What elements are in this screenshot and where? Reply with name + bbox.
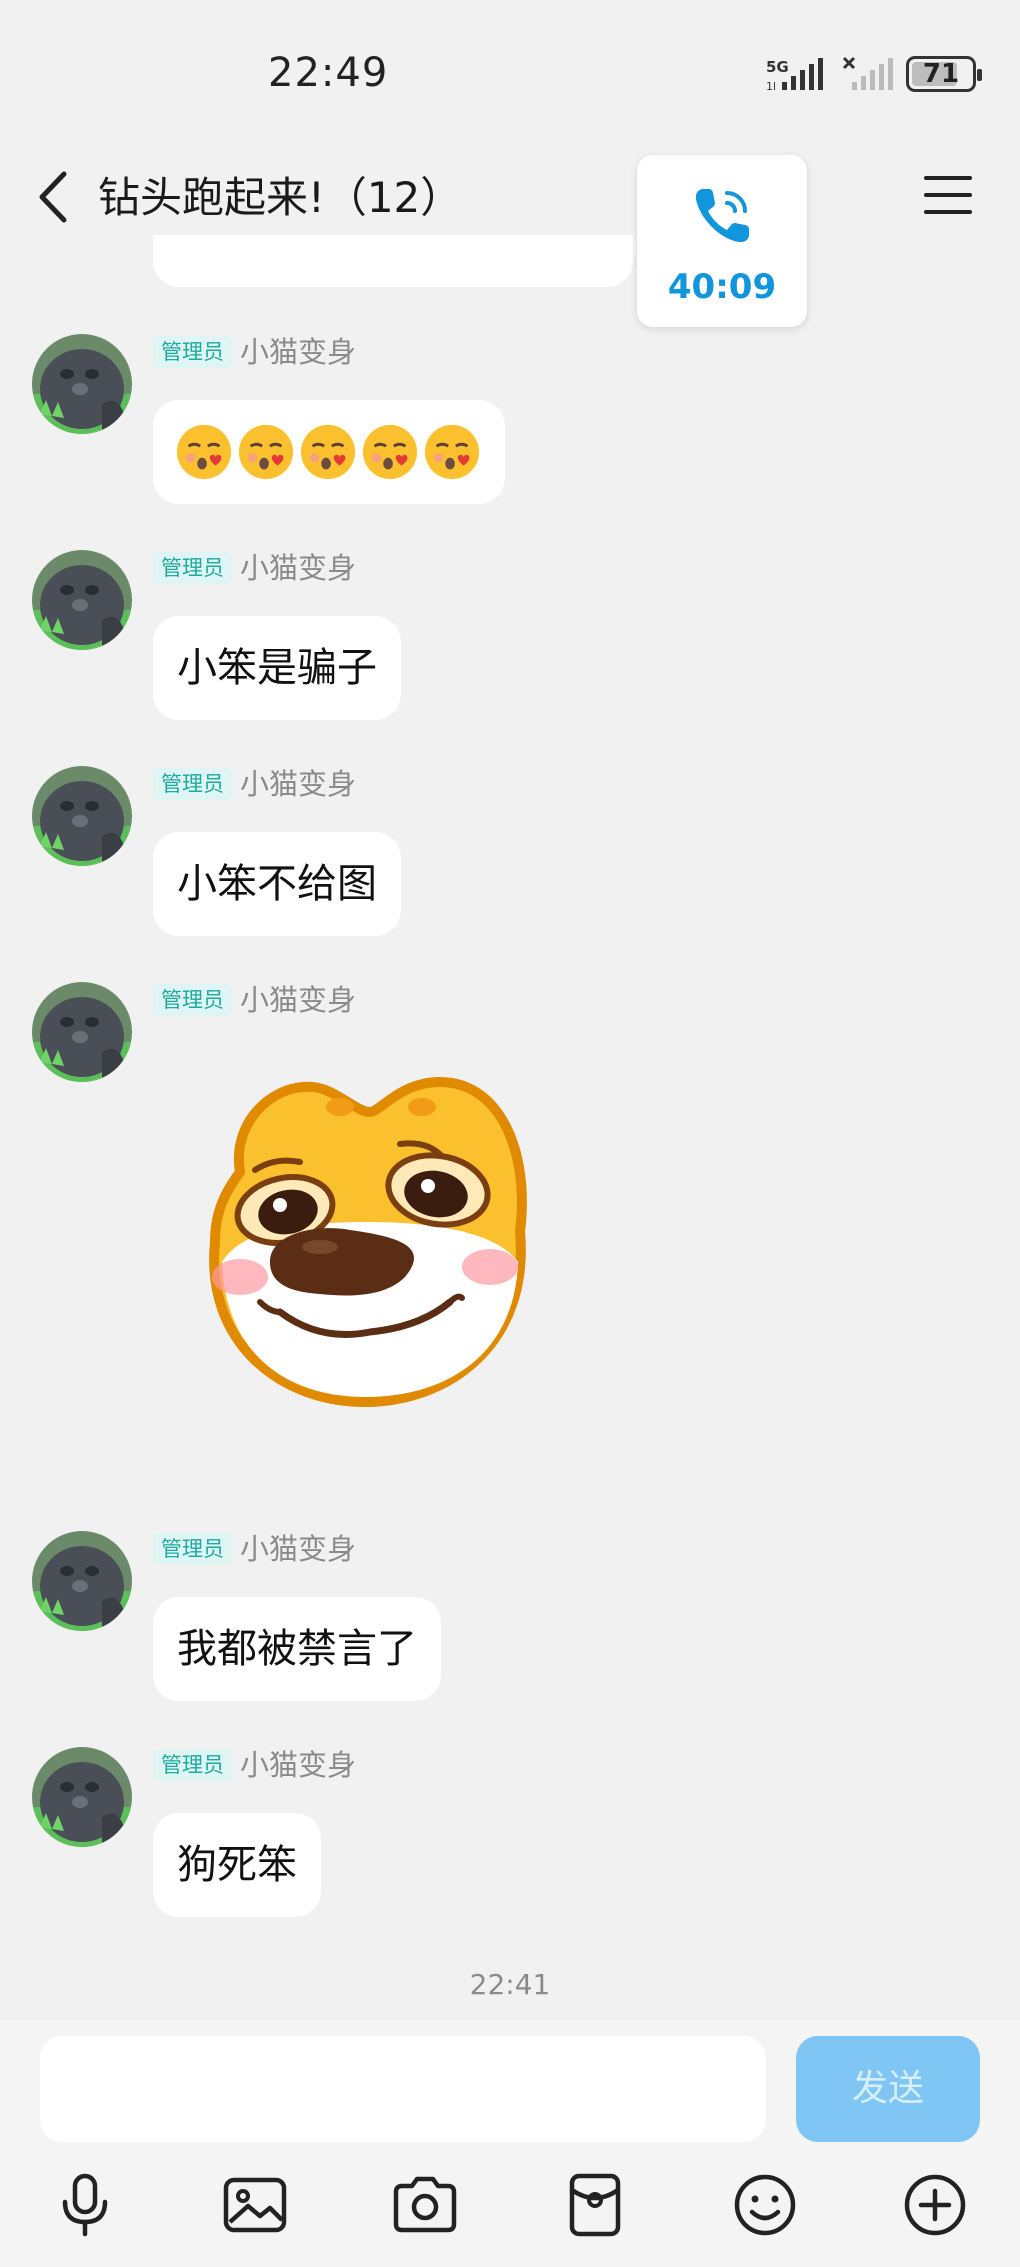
sender-meta: 管理员 小猫变身	[153, 766, 356, 802]
kissing-face-icon	[362, 424, 418, 480]
signal-no-sim-icon	[842, 56, 893, 90]
red-packet-icon[interactable]	[560, 2170, 630, 2240]
sender-meta: 管理员 小猫变身	[153, 334, 356, 370]
avatar[interactable]	[32, 550, 132, 650]
sender-name[interactable]: 小猫变身	[240, 334, 356, 370]
sender-name[interactable]: 小猫变身	[240, 766, 356, 802]
kissing-face-icon	[424, 424, 480, 480]
kissing-face-icon	[300, 424, 356, 480]
sender-meta: 管理员 小猫变身	[153, 982, 356, 1018]
sender-meta: 管理员 小猫变身	[153, 1747, 356, 1783]
sender-meta: 管理员 小猫变身	[153, 550, 356, 586]
sender-name[interactable]: 小猫变身	[240, 982, 356, 1018]
message-bubble[interactable]: 小笨是骗子	[153, 616, 401, 720]
message-bubble[interactable]	[153, 400, 505, 504]
message-bubble[interactable]: 我都被禁言了	[153, 1597, 441, 1701]
message-bubble[interactable]: 小笨不给图	[153, 832, 401, 936]
admin-badge: 管理员	[153, 768, 232, 800]
emoji-icon[interactable]	[730, 2170, 800, 2240]
sender-name[interactable]: 小猫变身	[240, 550, 356, 586]
message-timestamp: 22:41	[469, 1968, 551, 2001]
avatar[interactable]	[32, 334, 132, 434]
svg-text:5G: 5G	[766, 58, 789, 76]
kissing-face-icon	[238, 424, 294, 480]
plus-icon[interactable]	[900, 2170, 970, 2240]
kissing-face-icon	[176, 424, 232, 480]
battery-icon: 71	[906, 56, 982, 92]
avatar[interactable]	[32, 1531, 132, 1631]
avatar[interactable]	[32, 766, 132, 866]
camera-icon[interactable]	[390, 2170, 460, 2240]
avatar[interactable]	[32, 982, 132, 1082]
avatar[interactable]	[32, 1747, 132, 1847]
sender-name[interactable]: 小猫变身	[240, 1747, 356, 1783]
admin-badge: 管理员	[153, 336, 232, 368]
admin-badge: 管理员	[153, 984, 232, 1016]
chat-title: 钻头跑起来!（12）	[98, 173, 463, 222]
admin-badge: 管理员	[153, 1749, 232, 1781]
send-button[interactable]: 发送	[796, 2036, 980, 2142]
back-arrow-icon[interactable]	[30, 168, 80, 226]
phone-icon	[695, 189, 749, 243]
image-icon[interactable]	[220, 2170, 290, 2240]
previous-message-bubble	[153, 235, 633, 287]
microphone-icon[interactable]	[50, 2170, 120, 2240]
pleading-dog-sticker[interactable]	[200, 1062, 540, 1412]
chat-header: 钻头跑起来!（12）	[0, 150, 1020, 240]
voice-call-card[interactable]: 40:09	[637, 155, 807, 327]
status-bar: 22:49 5G 1l 71	[0, 0, 1020, 150]
sender-name[interactable]: 小猫变身	[240, 1531, 356, 1567]
admin-badge: 管理员	[153, 1533, 232, 1565]
message-input[interactable]	[40, 2036, 766, 2142]
admin-badge: 管理员	[153, 552, 232, 584]
battery-level: 71	[922, 59, 960, 89]
input-area: 发送	[0, 2020, 1020, 2267]
call-duration: 40:09	[667, 267, 777, 307]
status-time: 22:49	[268, 50, 389, 96]
signal-5g-icon: 5G 1l	[766, 58, 823, 93]
message-bubble[interactable]: 狗死笨	[153, 1813, 321, 1917]
svg-text:1l: 1l	[766, 80, 776, 93]
menu-icon[interactable]	[920, 170, 976, 220]
emoji-row	[175, 400, 483, 504]
sender-meta: 管理员 小猫变身	[153, 1531, 356, 1567]
